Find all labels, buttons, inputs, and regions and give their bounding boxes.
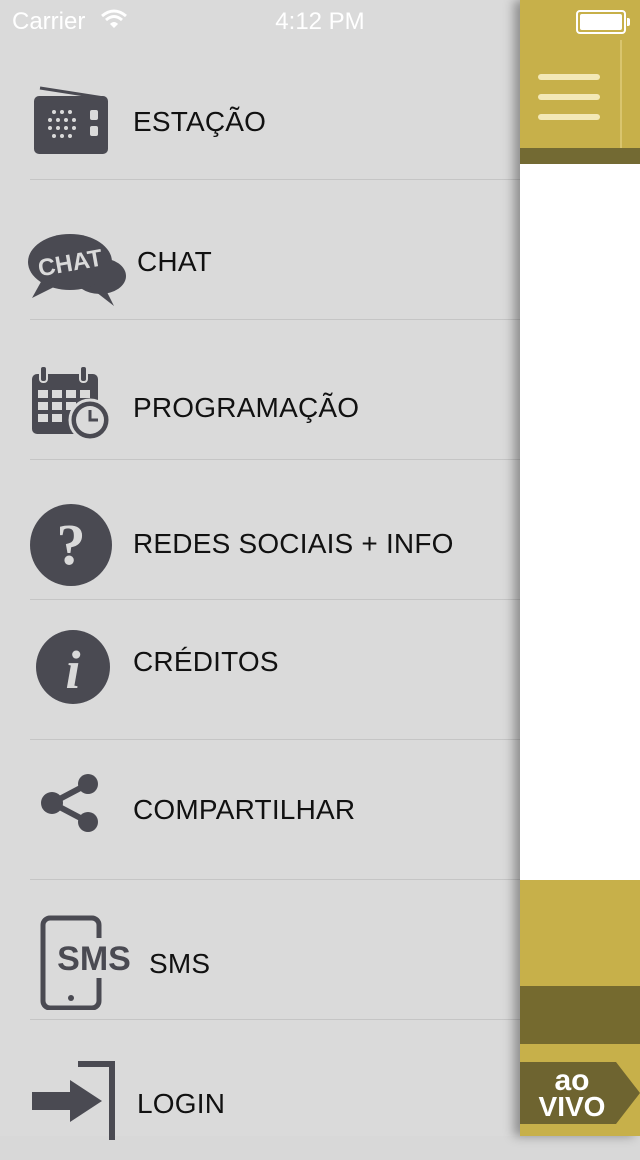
menu-item-redes-sociais[interactable]: ? REDES SOCIAIS + INFO	[0, 460, 520, 600]
menu-item-label: REDES SOCIAIS + INFO	[133, 528, 454, 559]
menu-item-estacao[interactable]: ESTAÇÃO	[0, 40, 520, 180]
menu-item-compartilhar[interactable]: COMPARTILHAR	[0, 740, 520, 880]
menu-item-label: ESTAÇÃO	[133, 106, 267, 137]
menu-item-chat[interactable]: CHAT CHAT	[0, 180, 520, 320]
side-menu: ESTAÇÃO CHAT CHAT PROGRAMAÇÃO ? REDES SO…	[0, 0, 520, 1140]
menu-item-label: SMS	[149, 948, 211, 979]
share-icon	[41, 774, 98, 832]
status-bar: Carrier 4:12 PM	[0, 0, 640, 40]
live-badge-button[interactable]: ao VIVO	[520, 1062, 640, 1124]
navbar-separator	[620, 40, 622, 148]
question-icon-text: ?	[57, 512, 86, 577]
menu-item-label: LOGIN	[137, 1088, 226, 1119]
menu-item-label: CHAT	[137, 246, 212, 277]
menu-item-programacao[interactable]: PROGRAMAÇÃO	[0, 320, 520, 460]
sms-phone-icon: SMS	[40, 915, 134, 1010]
question-icon: ?	[30, 504, 112, 586]
sms-icon-text: SMS	[57, 940, 131, 978]
menu-item-label: PROGRAMAÇÃO	[133, 392, 360, 423]
menu-item-sms[interactable]: SMS SMS	[0, 880, 520, 1020]
player-bar-strip	[520, 986, 640, 1044]
calendar-clock-icon	[32, 365, 112, 440]
menu-item-label: CRÉDITOS	[133, 646, 279, 677]
hamburger-menu-icon[interactable]	[538, 74, 600, 124]
status-time: 4:12 PM	[275, 8, 365, 35]
radio-icon	[34, 86, 108, 154]
menu-item-login[interactable]: LOGIN	[0, 1020, 520, 1160]
chat-bubble-icon: CHAT	[28, 234, 126, 306]
login-arrow-icon	[32, 1061, 115, 1140]
info-icon-text: i	[65, 640, 80, 700]
menu-item-label: COMPARTILHAR	[133, 794, 356, 825]
navbar-bottom-strip	[520, 148, 640, 164]
player-bar	[520, 880, 640, 986]
info-icon: i	[36, 630, 110, 704]
main-content-panel[interactable]: ao VIVO	[520, 0, 640, 1136]
live-badge-line2: VIVO	[539, 1091, 606, 1122]
menu-item-creditos[interactable]: i CRÉDITOS	[0, 600, 520, 740]
battery-icon	[576, 10, 630, 34]
